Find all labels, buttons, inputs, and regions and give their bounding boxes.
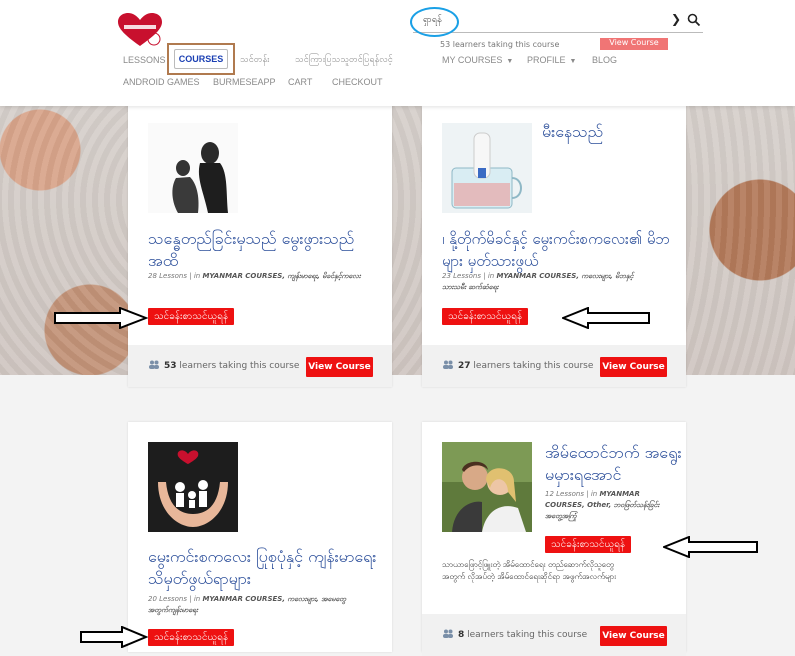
lesson-badge[interactable]: သင်ခန်းစာသင်ယူရန် (148, 308, 235, 325)
course-title[interactable]: အိမ်ထောင်ဘက် အရွေးမမှားရအောင် (545, 442, 685, 486)
nav-android-games[interactable]: ANDROID GAMES (123, 77, 200, 87)
annotation-arrow-right (80, 626, 148, 648)
nav-cart[interactable]: CART (288, 77, 312, 87)
learners-info: 8 learners taking this course (442, 629, 587, 640)
course-meta: 12 Lessons | in MYANMAR COURSES, Other, … (545, 490, 660, 520)
chevron-down-icon[interactable]: ❯ (671, 12, 681, 26)
view-course-button[interactable]: View Course (600, 626, 667, 646)
course-card: အိမ်ထောင်ဘက် အရွေးမမှားရအောင် 12 Lessons… (422, 422, 686, 656)
site-header: ❯ 53 learners taking this course View Co… (0, 0, 795, 106)
course-meta: 28 Lessons | in MYANMAR COURSES, ကျန်းမာ… (148, 272, 361, 280)
nav-blog[interactable]: BLOG (592, 55, 617, 65)
nav-courses-label[interactable]: COURSES (174, 49, 228, 69)
course-thumbnail[interactable] (148, 123, 238, 213)
ghost-view-button: View Course (600, 38, 668, 50)
card-footer: 8 learners taking this course View Cours… (422, 614, 686, 656)
view-course-button[interactable]: View Course (306, 357, 373, 377)
course-thumbnail[interactable] (442, 123, 532, 213)
nav-my-courses[interactable]: MY COURSES ▼ (442, 55, 513, 65)
people-icon (443, 360, 453, 369)
search-bar: ❯ (410, 7, 703, 37)
search-icon[interactable] (687, 13, 701, 27)
card-footer: 53 learners taking this course View Cour… (128, 345, 392, 387)
course-description: သာယာဖြောင့်ဖြူးတဲ့ အိမ်ထောင်ရေး တည်ဆောက်… (442, 560, 617, 581)
site-logo[interactable] (116, 12, 164, 48)
nav-burmeseapp[interactable]: BURMESEAPP (213, 77, 276, 87)
learners-info: 27 learners taking this course (442, 360, 593, 371)
nav-lessons[interactable]: LESSONS (123, 55, 166, 65)
lesson-badge[interactable]: သင်ခန်းစာသင်ယူရန် (442, 308, 529, 325)
people-icon (149, 360, 159, 369)
annotation-arrow-left (663, 536, 758, 558)
course-title[interactable]: မီးနေသည် (542, 121, 682, 143)
course-thumbnail[interactable] (442, 442, 532, 532)
lesson-badge[interactable]: သင်ခန်းစာသင်ယူရန် (545, 536, 632, 553)
course-card: မွေးကင်းစကလေး ပြုစုပုံနှင့် ကျန်းမာရေး သ… (128, 422, 392, 652)
ghost-learners-text: 53 learners taking this course (440, 40, 560, 49)
nav-profile[interactable]: PROFILE ▼ (527, 55, 576, 65)
learners-info: 53 learners taking this course (148, 360, 299, 371)
search-input[interactable] (421, 14, 655, 26)
course-meta: 20 Lessons | in MYANMAR COURSES, ကလေးမျာ… (148, 595, 347, 614)
caret-down-icon: ▼ (569, 58, 577, 65)
course-title[interactable]: မွေးကင်းစကလေး ပြုစုပုံနှင့် ကျန်းမာရေး သ… (148, 546, 378, 590)
nav-courses[interactable]: COURSES (167, 43, 235, 75)
people-icon (443, 629, 453, 638)
caret-down-icon: ▼ (506, 58, 514, 65)
course-card: မီးနေသည် ၊ နို့တိုက်မိခင်နှင့် မွေးကင်းစ… (422, 103, 686, 387)
card-footer: 27 learners taking this course View Cour… (422, 345, 686, 387)
course-meta: 23 Lessons | in MYANMAR COURSES, ကလေးမျာ… (442, 272, 634, 291)
course-title[interactable]: သန္ဓေတည်ခြင်းမှသည် မွေးဖွားသည်အထိ (148, 228, 378, 272)
nav-checkout[interactable]: CHECKOUT (332, 77, 383, 87)
nav-thintan[interactable]: သင်တန်း (240, 54, 269, 67)
course-card: သန္ဓေတည်ခြင်းမှသည် မွေးဖွားသည်အထိ 28 Les… (128, 103, 392, 387)
course-subtitle[interactable]: ၊ နို့တိုက်မိခင်နှင့် မွေးကင်းစကလေး၏ မိဘ… (442, 228, 687, 272)
nav-teacher-link[interactable]: သင်ကြားပြသသူတင်ပြရန်လင့် (295, 54, 393, 67)
lesson-badge[interactable]: သင်ခန်းစာသင်ယူရန် (148, 629, 235, 646)
course-thumbnail[interactable] (148, 442, 238, 532)
annotation-arrow-left (562, 307, 650, 329)
view-course-button[interactable]: View Course (600, 357, 667, 377)
annotation-arrow-right (54, 307, 148, 329)
